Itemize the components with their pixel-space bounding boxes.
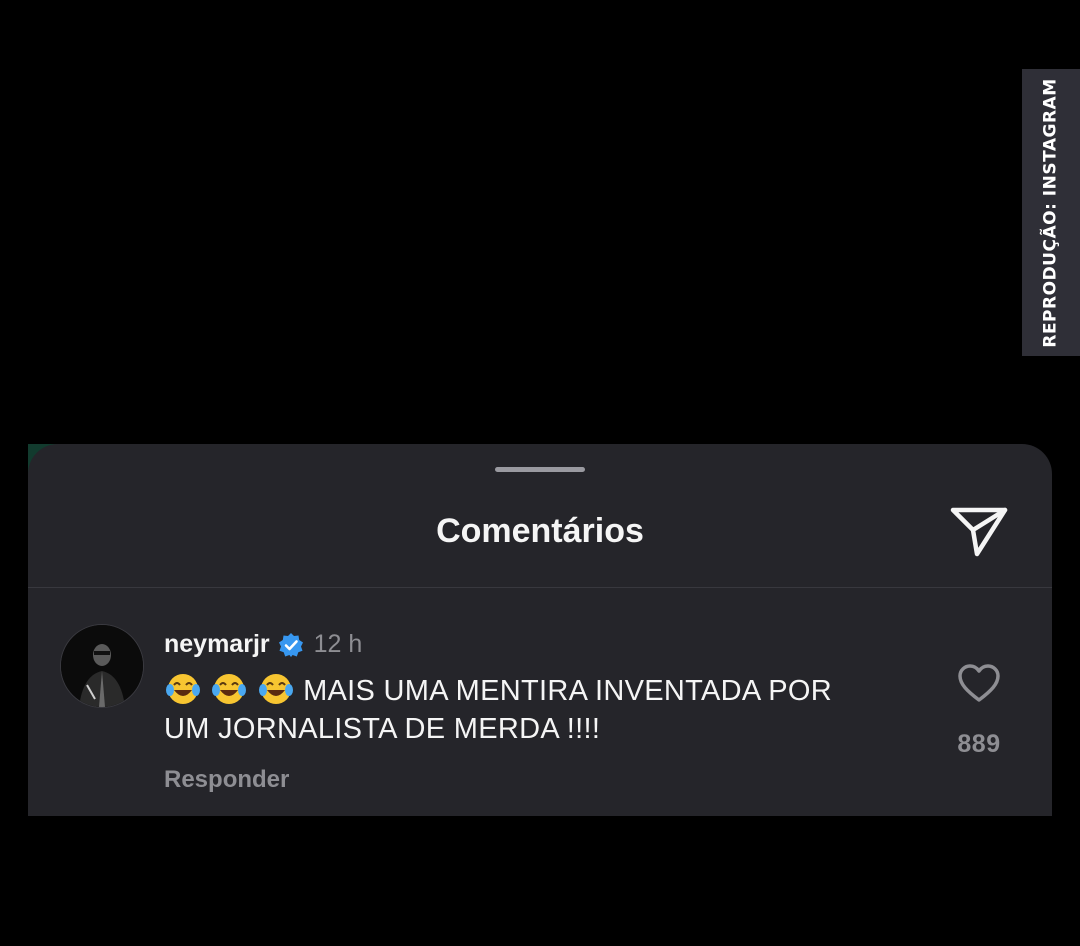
verified-badge-icon [278,632,303,657]
laughing-emoji-1 [164,674,210,707]
avatar[interactable] [60,624,144,708]
comment-item: neymarjr 12 h MAIS UMA MENTIRA INVENTADA… [28,588,1052,816]
watermark-text: REPRODUÇÃO: INSTAGRAM [1041,77,1061,348]
share-button[interactable] [948,502,1010,560]
comment-text-line2: UM JORNALISTA DE MERDA !!!! [164,713,601,745]
reply-button[interactable]: Responder [164,766,289,794]
username[interactable]: neymarjr [164,630,270,659]
heart-outline-icon [958,664,1000,702]
watermark-credit-tab: REPRODUÇÃO: INSTAGRAM [1022,69,1080,356]
laughing-emoji-2 [210,674,256,707]
send-paper-plane-icon [950,507,1008,557]
like-button[interactable] [953,660,1005,706]
sheet-title: Comentários [436,512,644,550]
drag-handle[interactable] [495,467,585,472]
comment-header: neymarjr 12 h [164,630,362,659]
comment-timestamp: 12 h [313,630,363,658]
comment-text-line1: MAIS UMA MENTIRA INVENTADA POR [303,675,833,707]
comments-sheet: Comentários neymarjr 12 h MAIS UMA MENTI… [28,444,1052,816]
like-count: 889 [957,730,1001,758]
comment-text: MAIS UMA MENTIRA INVENTADA POR UM JORNAL… [164,672,884,748]
laughing-emoji-3 [257,674,303,707]
